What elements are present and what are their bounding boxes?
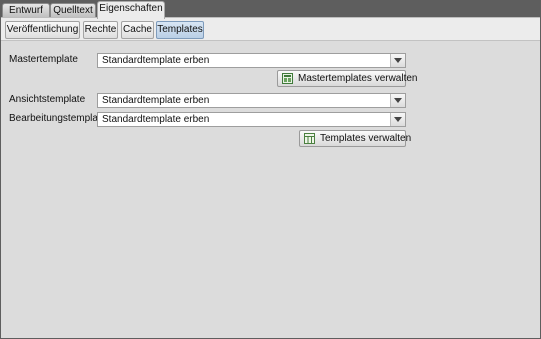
chevron-down-icon[interactable] [390, 113, 405, 126]
manage-templates-button[interactable]: Templates verwalten [299, 130, 411, 147]
edit-template-select[interactable]: Standardtemplate erben [97, 112, 406, 127]
view-template-value: Standardtemplate erben [102, 95, 210, 106]
master-template-select[interactable]: Standardtemplate erben [97, 53, 406, 68]
subtab-veroeffentlichung[interactable]: Veröffentlichung [5, 21, 80, 39]
properties-panel: Veröffentlichung Rechte Cache Templates … [1, 17, 540, 338]
view-template-label: Ansichtstemplate [9, 94, 86, 105]
tab-entwurf[interactable]: Entwurf [2, 3, 50, 18]
subtab-cache[interactable]: Cache [121, 21, 154, 39]
master-template-label: Mastertemplate [9, 54, 78, 65]
master-template-icon [282, 73, 293, 84]
tab-eigenschaften[interactable]: Eigenschaften [97, 1, 165, 19]
manage-master-templates-label: Mastertemplates verwalten [298, 73, 418, 84]
view-template-select[interactable]: Standardtemplate erben [97, 93, 406, 108]
template-grid-icon [304, 133, 315, 144]
manage-master-templates-button[interactable]: Mastertemplates verwalten [277, 70, 418, 87]
subtab-templates[interactable]: Templates [156, 21, 204, 39]
tab-quelltext[interactable]: Quelltext [50, 3, 96, 18]
subtab-rechte[interactable]: Rechte [83, 21, 118, 39]
master-template-value: Standardtemplate erben [102, 55, 210, 66]
manage-templates-label: Templates verwalten [320, 133, 412, 144]
chevron-down-icon[interactable] [390, 94, 405, 107]
edit-template-value: Standardtemplate erben [102, 114, 210, 125]
main-tab-strip: Entwurf Quelltext Eigenschaften [0, 0, 541, 19]
edit-template-label: Bearbeitungstemplate [9, 113, 107, 124]
chevron-down-icon[interactable] [390, 54, 405, 67]
subtab-bar: Veröffentlichung Rechte Cache Templates [1, 18, 540, 41]
